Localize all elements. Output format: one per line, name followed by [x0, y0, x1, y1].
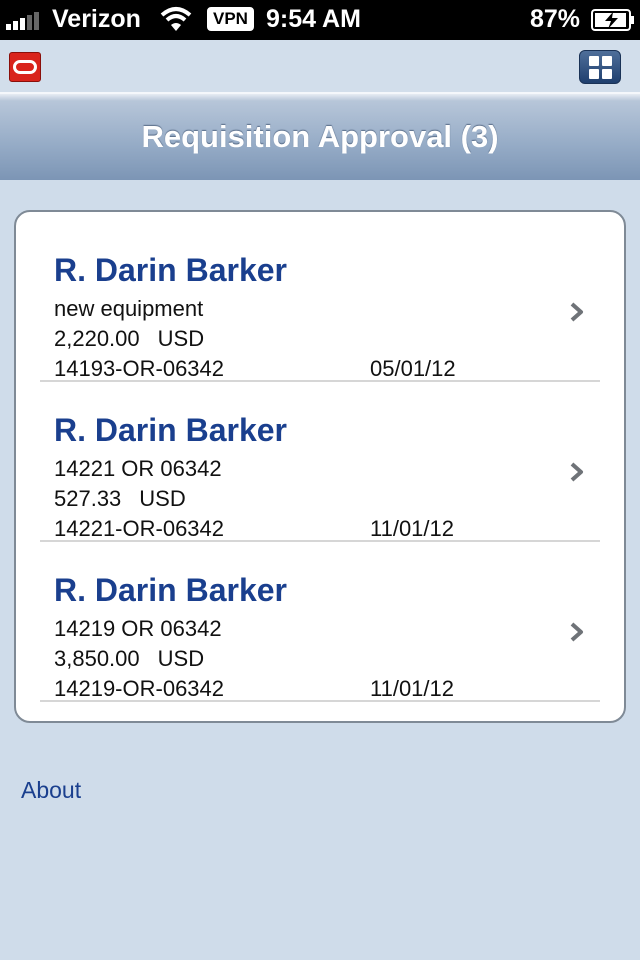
requisition-date: 11/01/12: [370, 676, 455, 701]
oracle-logo-icon[interactable]: [9, 52, 41, 82]
requisition-date: 05/01/12: [370, 356, 456, 381]
requisition-number: 14193-OR-06342: [54, 356, 225, 381]
requisition-row[interactable]: R. Darin Barker 14219 OR 06342 3,850.00 U…: [40, 542, 600, 702]
chevron-right-icon: [570, 302, 583, 322]
requisition-amount: 2,220.00 USD: [54, 326, 205, 351]
signal-strength-icon: [6, 12, 39, 30]
requisition-description: new equipment: [54, 296, 204, 321]
battery-percentage: 87%: [530, 5, 581, 33]
requester-name: R. Darin Barker: [54, 412, 287, 448]
top-toolbar: [0, 40, 640, 92]
requisition-amount: 527.33 USD: [54, 486, 186, 511]
requester-name: R. Darin Barker: [54, 252, 287, 288]
carrier-name: Verizon: [52, 5, 141, 33]
status-bar: Verizon VPN 9:54 AM 87%: [0, 0, 640, 40]
vpn-badge: VPN: [207, 7, 254, 31]
requisition-number: 14221-OR-06342: [54, 516, 225, 541]
requisition-row[interactable]: R. Darin Barker 14221 OR 06342 527.33 USD…: [40, 382, 600, 542]
requisition-amount: 3,850.00 USD: [54, 646, 205, 671]
requisition-description: 14219 OR 06342: [54, 616, 222, 641]
requisition-date: 11/01/12: [370, 516, 455, 541]
requisition-description: 14221 OR 06342: [54, 456, 222, 481]
about-link[interactable]: About: [21, 777, 81, 804]
grid-icon: [588, 55, 599, 66]
requisition-number: 14219-OR-06342: [54, 676, 225, 701]
requisition-list: R. Darin Barker new equipment 2,220.00 US…: [14, 210, 626, 723]
requisition-row[interactable]: R. Darin Barker new equipment 2,220.00 US…: [40, 222, 600, 382]
title-bar: Requisition Approval (3): [0, 92, 640, 180]
clock: 9:54 AM: [266, 5, 361, 33]
chevron-right-icon: [570, 462, 583, 482]
apps-grid-button[interactable]: [579, 50, 621, 84]
page-title: Requisition Approval (3): [141, 119, 499, 154]
chevron-right-icon: [570, 622, 583, 642]
battery-charging-icon: [591, 9, 634, 31]
requester-name: R. Darin Barker: [54, 572, 287, 608]
wifi-icon: [160, 7, 192, 31]
